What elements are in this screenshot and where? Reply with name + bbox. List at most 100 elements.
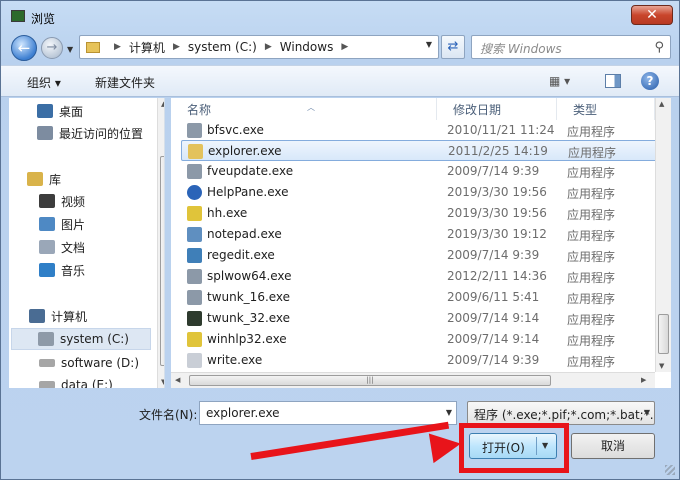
list-scroll-thumb[interactable]	[658, 314, 669, 354]
file-date: 2012/2/11 14:36	[447, 269, 547, 283]
file-name: winhlp32.exe	[207, 332, 287, 346]
file-type-filter[interactable]: 程序 (*.exe;*.pif;*.com;*.bat;*. ▼	[467, 401, 655, 425]
file-list: 名称 ︿ 修改日期 类型 bfsvc.exe 2010/11/21 11:24 …	[171, 98, 671, 388]
nav-scroll-thumb[interactable]	[160, 156, 164, 366]
notepad-icon	[187, 227, 202, 242]
search-input[interactable]: 搜索 Windows ⚲	[471, 35, 671, 59]
nav-item-label: software (D:)	[61, 356, 139, 370]
nav-item-software-d[interactable]: software (D:)	[39, 352, 164, 374]
browse-dialog: 浏览 ✕ ← → ▼ ▶ 计算机 ▶ system (C:) ▶ Windows…	[0, 0, 680, 480]
file-row-hh[interactable]: hh.exe 2019/3/30 19:56 应用程序	[181, 203, 657, 224]
nav-item-video[interactable]: 视频	[39, 190, 164, 212]
search-placeholder: 搜索 Windows	[480, 42, 562, 56]
scroll-down-icon[interactable]: ▼	[161, 378, 164, 386]
file-row-notepad[interactable]: notepad.exe 2019/3/30 19:12 应用程序	[181, 224, 657, 245]
refresh-button[interactable]: ⇄	[441, 35, 465, 59]
list-hscroll-thumb[interactable]: |||	[189, 375, 551, 386]
file-type: 应用程序	[567, 208, 616, 222]
nav-item-data-e[interactable]: data (E:)	[39, 374, 164, 388]
file-row-explorer[interactable]: explorer.exe 2011/2/25 14:19 应用程序	[181, 140, 657, 161]
scroll-left-icon[interactable]: ◀	[175, 376, 180, 384]
file-row-twunk32[interactable]: twunk_32.exe 2009/7/14 9:14 应用程序	[181, 308, 657, 329]
desktop-icon	[37, 104, 53, 118]
nav-item-library[interactable]: 库	[27, 168, 164, 190]
list-vertical-scrollbar[interactable]: ▲ ▼	[655, 98, 671, 372]
file-row-winhlp32[interactable]: winhlp32.exe 2009/7/14 9:14 应用程序	[181, 329, 657, 350]
chevron-down-icon[interactable]: ▼	[644, 408, 650, 417]
file-name: hh.exe	[207, 206, 248, 220]
nav-item-computer[interactable]: 计算机	[29, 305, 164, 327]
file-row-twunk16[interactable]: twunk_16.exe 2009/6/11 5:41 应用程序	[181, 287, 657, 308]
library-icon	[27, 172, 43, 186]
cancel-button[interactable]: 取消	[571, 433, 655, 459]
breadcrumb-windows[interactable]: Windows	[280, 40, 334, 54]
file-row-fveupdate[interactable]: fveupdate.exe 2009/7/14 9:39 应用程序	[181, 161, 657, 182]
nav-scrollbar[interactable]: ▲ ▼	[157, 98, 164, 388]
address-dropdown-icon[interactable]: ▼	[426, 40, 432, 49]
file-date: 2010/11/21 11:24	[447, 123, 555, 137]
organize-button[interactable]: 组织 ▾	[27, 74, 61, 91]
nav-item-pictures[interactable]: 图片	[39, 213, 164, 235]
view-options-icon[interactable]: ▦ ▾	[549, 74, 570, 88]
annotation-highlight-box	[459, 423, 569, 473]
file-name: twunk_32.exe	[207, 311, 291, 325]
nav-item-label: 文档	[61, 240, 86, 255]
address-bar[interactable]: ▶ 计算机 ▶ system (C:) ▶ Windows ▶ ▼	[79, 35, 439, 59]
filename-input[interactable]: explorer.exe ▼	[199, 401, 457, 425]
recent-pages-dropdown-icon[interactable]: ▼	[67, 45, 73, 54]
close-button[interactable]: ✕	[631, 5, 673, 25]
question-mark-icon	[187, 332, 202, 347]
column-header-name[interactable]: 名称 ︿	[171, 98, 437, 120]
scroll-up-icon[interactable]: ▲	[659, 100, 664, 108]
nav-item-label: 音乐	[61, 263, 86, 278]
back-button[interactable]: ←	[11, 35, 37, 61]
chevron-right-icon[interactable]: ▶	[114, 42, 121, 52]
file-row-splwow64[interactable]: splwow64.exe 2012/2/11 14:36 应用程序	[181, 266, 657, 287]
drive-d-icon	[39, 359, 55, 367]
scroll-up-icon[interactable]: ▲	[161, 100, 164, 108]
help-file-icon	[187, 206, 202, 221]
preview-pane-icon[interactable]	[605, 74, 621, 88]
nav-item-recent-places[interactable]: 最近访问的位置	[37, 122, 164, 144]
file-type: 应用程序	[567, 292, 616, 306]
file-date: 2011/2/25 14:19	[448, 144, 548, 158]
file-row-regedit[interactable]: regedit.exe 2009/7/14 9:39 应用程序	[181, 245, 657, 266]
nav-item-music[interactable]: 音乐	[39, 259, 164, 281]
recent-places-icon	[37, 126, 53, 140]
breadcrumb-system-c[interactable]: system (C:)	[188, 40, 257, 54]
music-icon	[39, 263, 55, 277]
address-row: ← → ▼ ▶ 计算机 ▶ system (C:) ▶ Windows ▶ ▼ …	[1, 31, 679, 63]
file-type: 应用程序	[567, 355, 616, 369]
forward-button[interactable]: →	[41, 37, 63, 59]
chevron-right-icon[interactable]: ▶	[265, 42, 272, 52]
chevron-right-icon[interactable]: ▶	[341, 42, 348, 52]
new-folder-button[interactable]: 新建文件夹	[95, 74, 155, 91]
column-header-date[interactable]: 修改日期	[437, 98, 557, 120]
resize-grip[interactable]	[665, 465, 675, 475]
file-type: 应用程序	[567, 250, 616, 264]
chevron-right-icon[interactable]: ▶	[173, 42, 180, 52]
file-type: 应用程序	[567, 334, 616, 348]
help-button[interactable]: ?	[641, 72, 659, 90]
nav-item-documents[interactable]: 文档	[39, 236, 164, 258]
scroll-right-icon[interactable]: ▶	[641, 376, 646, 384]
file-name: write.exe	[207, 353, 263, 367]
file-row-bfsvc[interactable]: bfsvc.exe 2010/11/21 11:24 应用程序	[181, 120, 657, 141]
search-icon[interactable]: ⚲	[654, 40, 664, 55]
chevron-down-icon[interactable]: ▼	[446, 408, 452, 417]
file-date: 2009/7/14 9:14	[447, 332, 540, 346]
pictures-icon	[39, 217, 55, 231]
file-type: 应用程序	[567, 125, 616, 139]
nav-item-system-c[interactable]: system (C:)	[11, 328, 151, 350]
file-row-write[interactable]: write.exe 2009/7/14 9:39 应用程序	[181, 350, 657, 371]
nav-item-label: 图片	[61, 217, 86, 232]
file-row-helppane[interactable]: HelpPane.exe 2019/3/30 19:56 应用程序	[181, 182, 657, 203]
annotation-arrow-head	[428, 428, 464, 464]
column-header-type[interactable]: 类型	[557, 98, 655, 120]
file-name: regedit.exe	[207, 248, 275, 262]
video-icon	[39, 194, 55, 208]
breadcrumb-computer[interactable]: 计算机	[129, 39, 165, 56]
list-horizontal-scrollbar[interactable]: ◀ ||| ▶	[171, 372, 655, 388]
scroll-down-icon[interactable]: ▼	[659, 362, 664, 370]
nav-item-desktop[interactable]: 桌面	[37, 100, 164, 122]
